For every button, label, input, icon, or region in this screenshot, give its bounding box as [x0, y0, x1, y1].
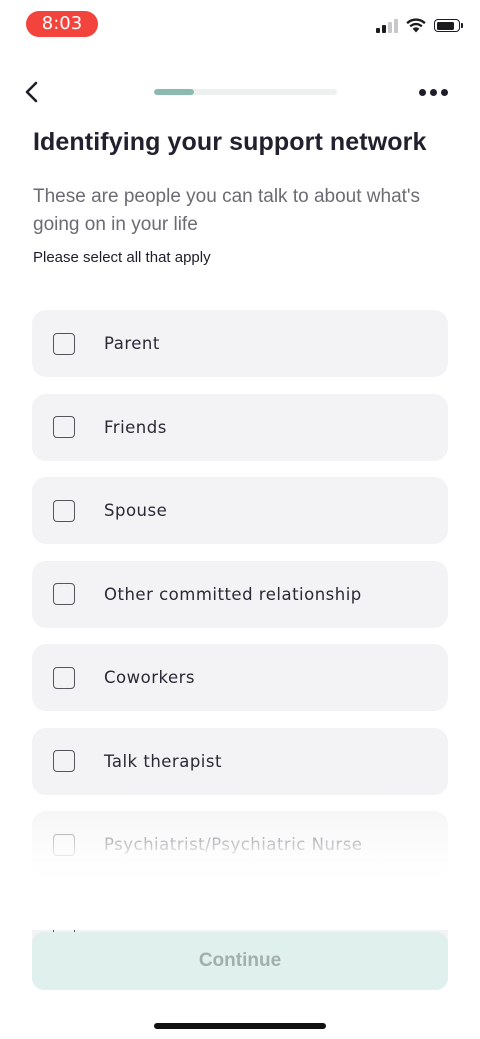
- option-label: Psychiatrist/Psychiatric Nurse: [104, 835, 363, 854]
- option-label: Friends: [104, 417, 167, 437]
- back-button[interactable]: [16, 76, 48, 108]
- wifi-icon: [406, 18, 426, 33]
- status-bar: 8:03: [0, 0, 480, 48]
- checkbox[interactable]: [53, 416, 75, 438]
- checkbox[interactable]: [53, 750, 75, 772]
- battery-icon: [434, 19, 463, 32]
- option-spouse[interactable]: Spouse: [32, 477, 448, 544]
- support-options-list: Parent Friends Spouse Other committed re…: [32, 310, 448, 978]
- checkbox[interactable]: [53, 666, 75, 689]
- status-time: 8:03: [26, 11, 98, 37]
- chevron-left-icon: [25, 81, 38, 103]
- option-friends[interactable]: Friends: [32, 393, 448, 461]
- progress-bar: [154, 89, 337, 95]
- checkbox[interactable]: [53, 833, 75, 856]
- option-other-committed-relationship[interactable]: Other committed relationship: [32, 560, 448, 628]
- option-label: Spouse: [104, 501, 168, 520]
- progress-fill: [154, 89, 195, 95]
- top-nav: [0, 72, 480, 112]
- option-label: Other committed relationship: [104, 584, 362, 604]
- signal-icon: [376, 18, 398, 33]
- option-psychiatrist[interactable]: Psychiatrist/Psychiatric Nurse: [32, 811, 448, 878]
- status-icons: [376, 18, 463, 33]
- select-instruction: Please select all that apply: [33, 249, 211, 266]
- checkbox[interactable]: [53, 583, 75, 605]
- option-talk-therapist[interactable]: Talk therapist: [32, 727, 448, 795]
- option-label: Talk therapist: [104, 751, 222, 771]
- home-indicator: [154, 1023, 326, 1029]
- option-label: Coworkers: [104, 668, 195, 687]
- more-horizontal-icon: [418, 88, 426, 96]
- option-coworkers[interactable]: Coworkers: [32, 644, 448, 711]
- checkbox[interactable]: [53, 499, 75, 522]
- continue-button[interactable]: Continue: [32, 932, 448, 990]
- option-label: Parent: [104, 334, 160, 353]
- checkbox[interactable]: [53, 332, 75, 355]
- more-options-button[interactable]: [416, 76, 450, 108]
- page-title: Identifying your support network: [33, 128, 427, 156]
- page-subtitle: These are people you can talk to about w…: [33, 186, 421, 235]
- option-parent[interactable]: Parent: [32, 310, 448, 377]
